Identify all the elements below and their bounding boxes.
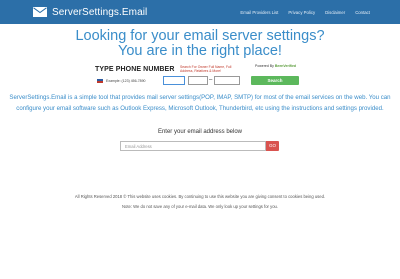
email-address-input[interactable]: Email Address bbox=[120, 141, 266, 151]
beenverified-logo: BeenVerified bbox=[274, 64, 297, 68]
footer-note: Note: We do not save any of your e-mail … bbox=[121, 204, 279, 209]
phone-lookup-widget: TYPE PHONE NUMBER Search For Owner Full … bbox=[93, 64, 308, 91]
powered-by-label: Powered By BeenVerified bbox=[255, 64, 296, 68]
phone-prefix-input[interactable] bbox=[188, 76, 208, 85]
phone-widget-hint: Search For Owner Full Name, Full Address… bbox=[180, 65, 232, 74]
brand-link[interactable]: ServerSettings.Email bbox=[33, 4, 147, 20]
powered-by-prefix: Powered By bbox=[255, 64, 274, 68]
phone-search-button[interactable]: Search bbox=[251, 76, 299, 85]
nav-privacy-policy-link[interactable]: Privacy Policy bbox=[288, 10, 315, 15]
nav-menu: Email Providers List Privacy Policy Disc… bbox=[230, 0, 370, 24]
headline-line-1: Looking for your email server settings? bbox=[75, 28, 325, 44]
nav-email-providers-link[interactable]: Email Providers List bbox=[240, 10, 278, 15]
top-navbar: ServerSettings.Email Email Providers Lis… bbox=[0, 0, 400, 24]
brand-name: ServerSettings.Email bbox=[52, 6, 148, 18]
phone-example-text: Example: (123) 456-7890 bbox=[106, 79, 146, 83]
area-code-input[interactable] bbox=[163, 76, 185, 85]
us-flag-icon bbox=[97, 79, 103, 83]
site-description: ServerSettings.Email is a simple tool th… bbox=[9, 94, 391, 112]
email-form-label: Enter your email address below bbox=[157, 129, 243, 135]
phone-widget-title: TYPE PHONE NUMBER bbox=[95, 66, 175, 73]
nav-disclaimer-link[interactable]: Disclaimer bbox=[325, 10, 345, 15]
phone-separator: – bbox=[209, 77, 213, 83]
envelope-logo-icon bbox=[33, 7, 47, 17]
phone-line-input[interactable] bbox=[214, 76, 240, 85]
go-button[interactable]: GO bbox=[266, 141, 279, 151]
headline-line-2: You are in the right place! bbox=[118, 43, 282, 59]
nav-contact-link[interactable]: Contact bbox=[355, 10, 370, 15]
footer-copyright: All Rights Reserved 2018 © This website … bbox=[74, 194, 326, 199]
